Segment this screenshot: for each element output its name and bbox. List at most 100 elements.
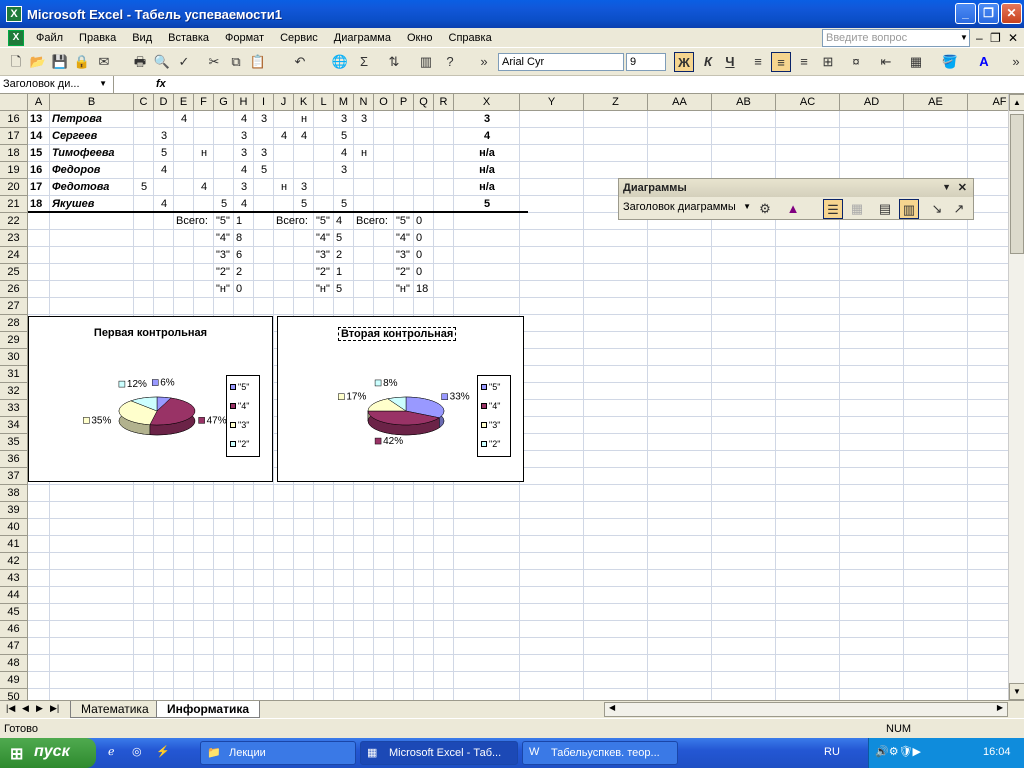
cell-i-18[interactable]: 3 [256, 145, 272, 162]
cell-q-25[interactable]: 0 [416, 264, 432, 281]
cell-p-23[interactable]: "4" [396, 230, 412, 247]
row-header-16[interactable]: 16 [0, 111, 28, 128]
cell-h-16[interactable]: 4 [236, 111, 252, 128]
cell-e-16[interactable]: 4 [176, 111, 192, 128]
row-header-35[interactable]: 35 [0, 434, 28, 451]
taskbar-excel[interactable]: ▦ Microsoft Excel - Таб... [360, 741, 518, 765]
cell-x-18[interactable]: н/а [456, 145, 518, 162]
scroll-left-icon[interactable]: ◀ [609, 703, 615, 712]
chevron-down-icon[interactable]: ▼ [99, 79, 107, 88]
cell-a-16[interactable]: 13 [30, 111, 48, 128]
data-label[interactable]: 8% [383, 378, 398, 389]
merge-center-icon[interactable]: ⊞ [818, 52, 838, 72]
tray-icons[interactable]: 🔊⚙🛡▶ [875, 745, 921, 758]
start-button[interactable]: ⊞ пуск [0, 738, 96, 768]
cell-a-20[interactable]: 17 [30, 179, 48, 196]
cell-d-18[interactable]: 5 [156, 145, 172, 162]
chart-type-icon[interactable]: ▲ [783, 199, 803, 219]
browser-icon[interactable]: ◎ [132, 745, 142, 758]
cell-j-17[interactable]: 4 [276, 128, 292, 145]
hyperlink-icon[interactable]: 🌐 [330, 52, 350, 72]
font-size-select[interactable]: 9 [626, 53, 666, 71]
fill-color-icon[interactable]: 🪣 [940, 52, 960, 72]
row-header-31[interactable]: 31 [0, 366, 28, 383]
row-header-45[interactable]: 45 [0, 604, 28, 621]
by-column-icon[interactable]: ▥ [899, 199, 919, 219]
row-header-44[interactable]: 44 [0, 587, 28, 604]
row-header-33[interactable]: 33 [0, 400, 28, 417]
chart-toolbar-title-bar[interactable]: Диаграммы ▼ ✕ [619, 179, 973, 197]
cell-x-19[interactable]: н/а [456, 162, 518, 179]
new-icon[interactable]: 🗋 [6, 52, 26, 72]
more-buttons-icon[interactable]: » [474, 52, 494, 72]
chart-legend[interactable]: "5" "4" "3" "2" [477, 375, 511, 457]
tab-informatika[interactable]: Информатика [156, 701, 261, 718]
help-icon[interactable]: ? [440, 52, 460, 72]
save-icon[interactable]: 💾 [50, 52, 70, 72]
close-button[interactable]: ✕ [1001, 3, 1022, 24]
horizontal-scrollbar[interactable]: ◀ ▶ [604, 702, 1008, 717]
row-header-25[interactable]: 25 [0, 264, 28, 281]
quicklaunch-icon[interactable]: ⚡ [156, 745, 170, 758]
data-table-icon[interactable]: ▦ [847, 199, 867, 219]
cell-m-25[interactable]: 1 [336, 264, 352, 281]
data-label[interactable]: 6% [160, 378, 175, 389]
cell-q-22[interactable]: 0 [416, 213, 432, 230]
cell-j-20[interactable]: н [276, 179, 292, 196]
cell-g-24[interactable]: "3" [216, 247, 232, 264]
cell-g-22[interactable]: "5" [216, 213, 232, 230]
row-header-41[interactable]: 41 [0, 536, 28, 553]
cell-k-17[interactable]: 4 [296, 128, 312, 145]
row-header-38[interactable]: 38 [0, 485, 28, 502]
toolbar-options-icon[interactable]: » [1006, 52, 1024, 72]
borders-icon[interactable]: ▦ [906, 52, 926, 72]
font-name-select[interactable]: Arial Cyr [498, 53, 624, 71]
paste-icon[interactable]: 📋 [248, 52, 268, 72]
menu-format[interactable]: Формат [217, 32, 272, 44]
cell-m-24[interactable]: 2 [336, 247, 352, 264]
row-header-29[interactable]: 29 [0, 332, 28, 349]
cell-f-18[interactable]: н [196, 145, 212, 162]
cell-p-24[interactable]: "3" [396, 247, 412, 264]
menu-help[interactable]: Справка [441, 32, 500, 44]
column-header-ae[interactable]: AE [904, 94, 968, 111]
cell-m-26[interactable]: 5 [336, 281, 352, 298]
column-header-z[interactable]: Z [584, 94, 648, 111]
row-header-48[interactable]: 48 [0, 655, 28, 672]
column-header-x[interactable]: X [454, 94, 520, 111]
cell-q-26[interactable]: 18 [416, 281, 432, 298]
column-header-ab[interactable]: AB [712, 94, 776, 111]
cell-m-16[interactable]: 3 [336, 111, 352, 128]
align-right-icon[interactable]: ≡ [794, 52, 814, 72]
angle-text-up-icon[interactable]: ↗ [949, 199, 969, 219]
pie-chart-2[interactable]: Вторая контрольная 33% 42% 17% 8% "5" "4" "3" "2… [277, 316, 524, 482]
row-header-23[interactable]: 23 [0, 230, 28, 247]
cell-b-17[interactable]: Сергеев [52, 128, 132, 145]
cell-m-19[interactable]: 3 [336, 162, 352, 179]
column-header-f[interactable]: F [194, 94, 214, 111]
column-header-e[interactable]: E [174, 94, 194, 111]
insert-function-icon[interactable]: fx [156, 78, 166, 90]
column-header-l[interactable]: L [314, 94, 334, 111]
cell-g-26[interactable]: "н" [216, 281, 232, 298]
pie-chart-1[interactable]: Первая контрольная 6% 47% 35% 12% "5" "4" "3" "2… [28, 316, 273, 482]
column-header-ad[interactable]: AD [840, 94, 904, 111]
data-label[interactable]: 47% [207, 415, 227, 426]
column-header-h[interactable]: H [234, 94, 254, 111]
data-label[interactable]: 42% [383, 436, 403, 447]
scroll-thumb[interactable] [1010, 114, 1024, 254]
cell-l-25[interactable]: "2" [316, 264, 332, 281]
chart-wizard-icon[interactable]: ▥ [416, 52, 436, 72]
cell-q-24[interactable]: 0 [416, 247, 432, 264]
document-icon[interactable]: X [8, 29, 24, 46]
bold-button[interactable]: Ж [674, 52, 694, 72]
cell-n-18[interactable]: н [356, 145, 372, 162]
decrease-indent-icon[interactable]: ⇤ [876, 52, 896, 72]
cell-x-16[interactable]: 3 [456, 111, 518, 128]
row-header-32[interactable]: 32 [0, 383, 28, 400]
font-color-icon[interactable]: A [974, 52, 994, 72]
data-label[interactable]: 35% [91, 415, 111, 426]
menu-tools[interactable]: Сервис [272, 32, 326, 44]
cell-m-22[interactable]: 4 [336, 213, 352, 230]
cell-m-23[interactable]: 5 [336, 230, 352, 247]
